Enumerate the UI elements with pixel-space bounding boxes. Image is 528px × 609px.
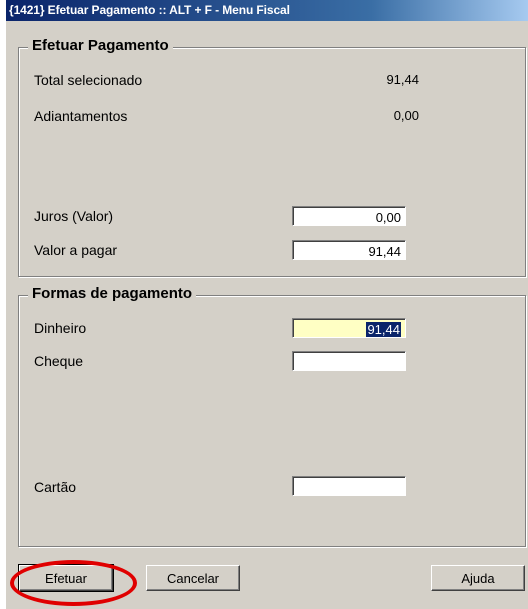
- adiantamentos-value: 0,00: [393, 108, 419, 123]
- efetuar-button[interactable]: Efetuar: [18, 564, 114, 592]
- ajuda-button[interactable]: Ajuda: [431, 565, 525, 591]
- cartao-field[interactable]: [292, 476, 406, 496]
- efetuar-pagamento-group: Efetuar Pagamento Total selecionado 91,4…: [18, 37, 526, 277]
- dinheiro-label: Dinheiro: [34, 320, 87, 336]
- formas-pagamento-group: Formas de pagamento Dinheiro 91,44 Chequ…: [18, 285, 526, 547]
- dinheiro-value: 91,44: [366, 322, 401, 337]
- cheque-label: Cheque: [34, 353, 84, 369]
- cancelar-button[interactable]: Cancelar: [146, 565, 240, 591]
- total-selecionado-label: Total selecionado: [34, 72, 143, 88]
- cheque-field[interactable]: [292, 351, 406, 371]
- formas-pagamento-legend: Formas de pagamento: [28, 285, 197, 302]
- valor-a-pagar-field[interactable]: 91,44: [292, 240, 406, 260]
- adiantamentos-label: Adiantamentos: [34, 108, 128, 124]
- cartao-label: Cartão: [34, 479, 77, 495]
- dialog-window: Efetuar Pagamento Total selecionado 91,4…: [6, 21, 528, 609]
- window-title-bar[interactable]: {1421} Efetuar Pagamento :: ALT + F - Me…: [6, 0, 528, 21]
- dinheiro-field[interactable]: 91,44: [292, 318, 406, 338]
- efetuar-pagamento-legend: Efetuar Pagamento: [28, 37, 173, 54]
- window-title: {1421} Efetuar Pagamento :: ALT + F - Me…: [9, 3, 290, 17]
- juros-field[interactable]: 0,00: [292, 206, 406, 226]
- valor-a-pagar-label: Valor a pagar: [34, 242, 118, 258]
- total-selecionado-value: 91,44: [386, 72, 419, 87]
- juros-label: Juros (Valor): [34, 208, 114, 224]
